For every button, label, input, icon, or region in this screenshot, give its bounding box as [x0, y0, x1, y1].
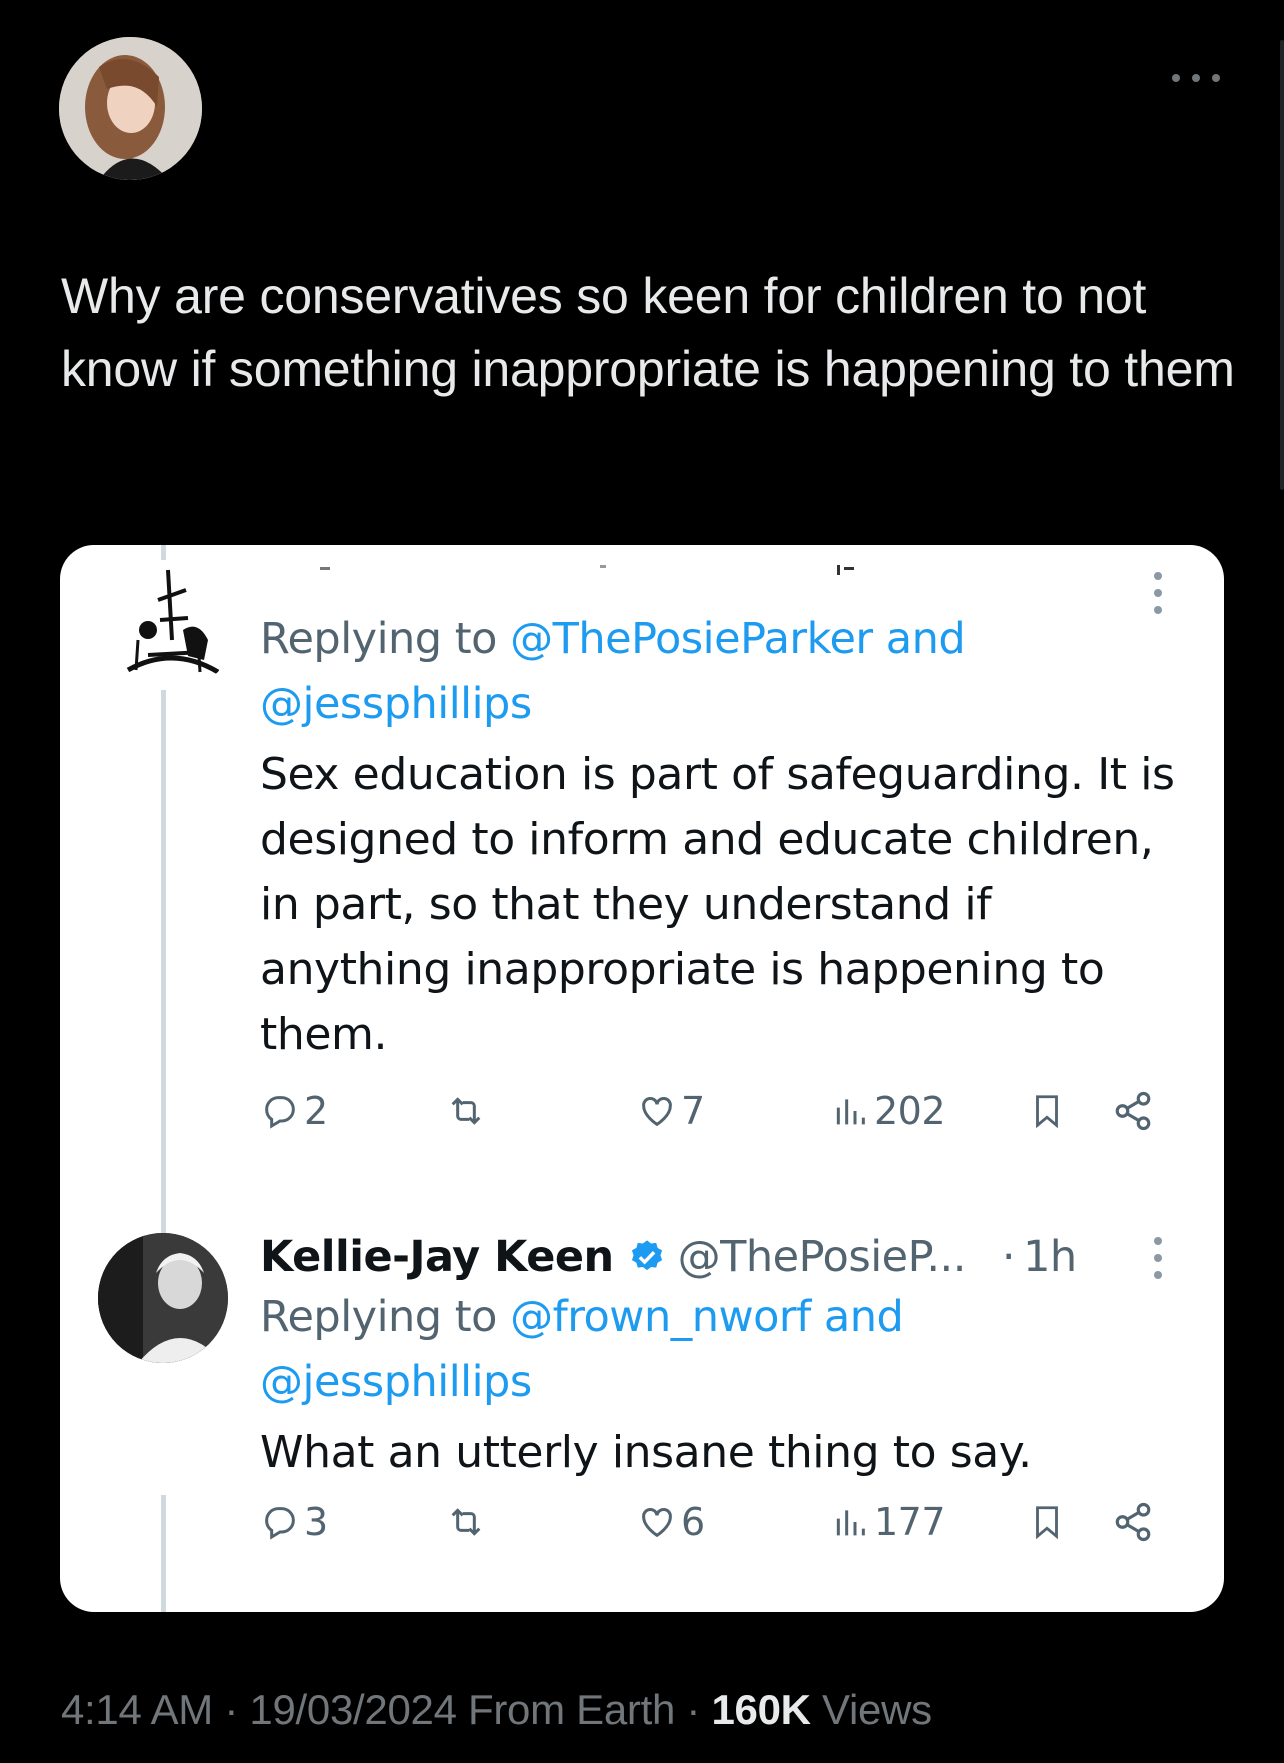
post-time[interactable]: 1h: [1023, 1232, 1077, 1282]
mention-and: and: [810, 1292, 904, 1342]
more-options-icon[interactable]: [1154, 572, 1164, 614]
action-bar: 2 7 202: [260, 1083, 1200, 1139]
replying-to-line: Replying to @ThePosieParker and: [260, 607, 966, 671]
mention-link[interactable]: @ThePosieParker: [510, 614, 873, 664]
reply-count: 2: [304, 1089, 328, 1133]
author-handle[interactable]: @ThePosieP...: [678, 1232, 967, 1282]
verified-badge-icon: [628, 1238, 666, 1276]
retweet-button[interactable]: [445, 1083, 487, 1139]
views-label: Views: [810, 1686, 932, 1733]
action-bar: 3 6 177: [260, 1494, 1200, 1550]
views-button[interactable]: 202: [830, 1083, 946, 1139]
cropped-header-remnant: [320, 565, 854, 575]
reply-text: Sex education is part of safeguarding. I…: [260, 749, 1175, 1060]
replying-to-line-2: @jessphillips: [260, 672, 532, 736]
more-options-icon[interactable]: [1154, 1237, 1164, 1279]
author-row: Kellie-Jay Keen @ThePosieP... · 1h: [260, 1225, 1180, 1289]
kellie-jay-keen-avatar[interactable]: [98, 1233, 228, 1363]
bookmark-button[interactable]: [1028, 1494, 1066, 1550]
replying-to-line-2: @jessphillips: [260, 1350, 532, 1414]
retweet-button[interactable]: [445, 1494, 487, 1550]
share-button[interactable]: [1112, 1494, 1154, 1550]
tweet-meta: 4:14 AM · 19/03/2024 From Earth · 160K V…: [61, 1686, 932, 1734]
reply-count: 3: [304, 1500, 328, 1544]
separator-dot: ·: [1001, 1232, 1016, 1282]
reply-text: What an utterly insane thing to say.: [260, 1427, 1032, 1478]
timestamp[interactable]: 4:14 AM · 19/03/2024 From Earth ·: [61, 1686, 711, 1733]
reply-button[interactable]: 3: [260, 1494, 328, 1550]
mention-link[interactable]: @frown_nworf: [510, 1292, 811, 1342]
like-button[interactable]: 7: [637, 1083, 705, 1139]
mention-link[interactable]: @jessphillips: [260, 679, 532, 729]
author-name[interactable]: Kellie-Jay Keen: [260, 1232, 614, 1282]
bookmark-button[interactable]: [1028, 1083, 1066, 1139]
share-button[interactable]: [1112, 1083, 1154, 1139]
reply-icon: [265, 1507, 295, 1540]
bookmark-icon: [1036, 1095, 1058, 1129]
scrollbar[interactable]: [1280, 40, 1284, 490]
reply-button[interactable]: 2: [260, 1083, 328, 1139]
replying-to-line: Replying to @frown_nworf and: [260, 1285, 904, 1349]
views-icon: [836, 1099, 865, 1125]
views-count: 202: [874, 1089, 946, 1133]
replying-prefix: Replying to: [260, 1292, 511, 1342]
like-button[interactable]: 6: [637, 1494, 705, 1550]
retweet-icon: [451, 1097, 481, 1125]
replying-prefix: Replying to: [260, 614, 511, 664]
share-icon: [1115, 1091, 1151, 1131]
bookmark-icon: [1036, 1506, 1058, 1540]
author-avatar[interactable]: [59, 37, 202, 180]
like-count: 6: [681, 1500, 705, 1544]
like-count: 7: [681, 1089, 705, 1133]
views-count: 160K: [711, 1686, 811, 1733]
reply-avatar-sketch[interactable]: [108, 560, 238, 690]
mention-and: and: [872, 614, 966, 664]
like-icon: [642, 1508, 672, 1538]
more-options-icon[interactable]: [1172, 70, 1220, 86]
share-icon: [1115, 1502, 1151, 1542]
like-icon: [642, 1097, 672, 1127]
views-button[interactable]: 177: [830, 1494, 946, 1550]
retweet-icon: [451, 1508, 481, 1536]
mention-link[interactable]: @jessphillips: [260, 1357, 532, 1407]
thread-line: [161, 545, 166, 560]
quoted-screenshot[interactable]: Replying to @ThePosieParker and @jessphi…: [60, 545, 1224, 1612]
tweet-text: Why are conservatives so keen for childr…: [61, 268, 1235, 397]
reply-icon: [265, 1096, 295, 1129]
views-icon: [836, 1510, 865, 1536]
thread-line: [161, 1495, 166, 1612]
views-count: 177: [874, 1500, 946, 1544]
